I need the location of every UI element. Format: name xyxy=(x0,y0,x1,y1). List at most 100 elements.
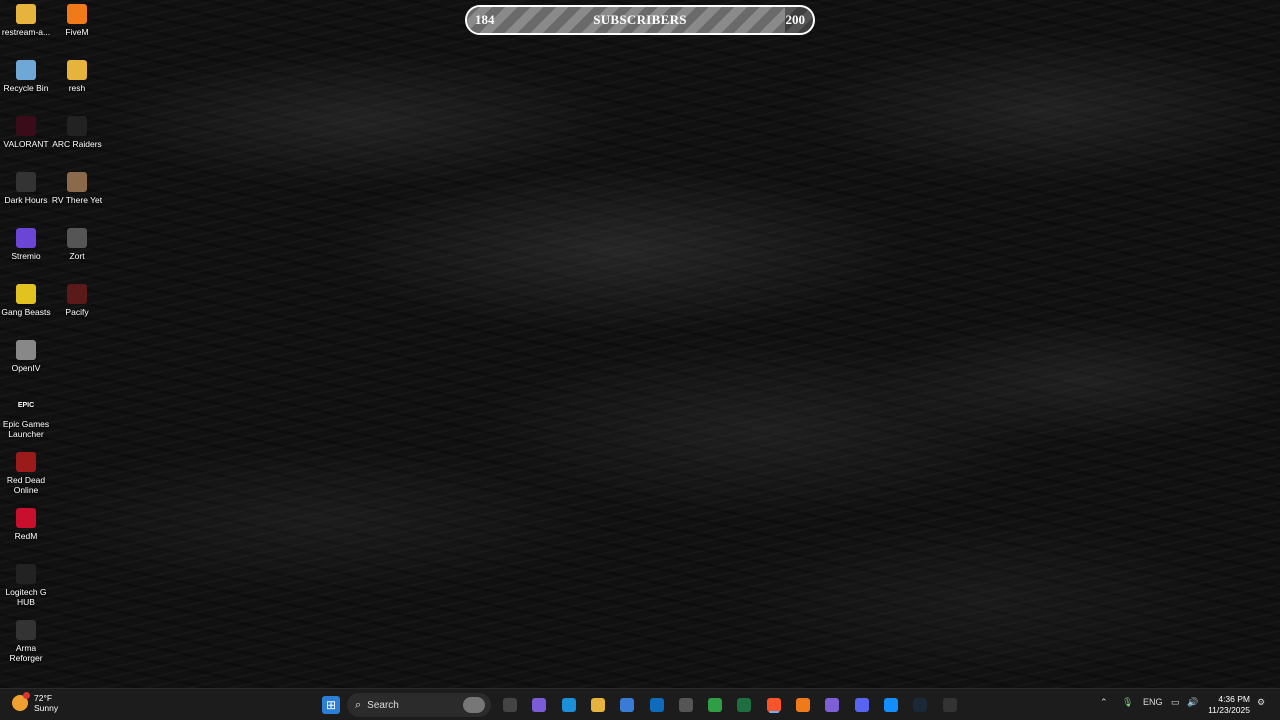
desktop-icon-label: Logitech G HUB xyxy=(5,587,47,607)
arma-reforger-icon xyxy=(16,620,36,640)
taskbar-file-explorer-button[interactable] xyxy=(589,696,607,714)
subscriber-goal-count: 200 xyxy=(785,12,806,27)
subscriber-goal-bar: 184 SUBSCRIBERS 200 xyxy=(465,5,815,35)
taskbar-discord-button[interactable] xyxy=(853,696,871,714)
desktop-icon-label: RV There Yet xyxy=(51,195,103,205)
pacify-icon xyxy=(67,284,87,304)
steam-icon xyxy=(913,698,928,712)
openiv-icon xyxy=(16,340,36,360)
task-view-icon xyxy=(503,698,517,712)
clock-date: 11/23/2025 xyxy=(1208,705,1250,715)
desktop-icon-label: VALORANT xyxy=(3,139,49,149)
logitech-ghub-icon xyxy=(16,564,36,584)
redm-icon xyxy=(16,508,36,528)
taskbar-outlook-button[interactable] xyxy=(648,696,666,714)
desktop-icon-label: Zort xyxy=(69,251,85,261)
language-indicator[interactable]: ENG xyxy=(1143,697,1163,707)
volume-icon[interactable]: 🔊 xyxy=(1187,697,1198,708)
taskbar-excel-button[interactable] xyxy=(735,696,753,714)
start-button[interactable]: ⊞ xyxy=(322,696,340,714)
desktop-icon-stremio[interactable]: Stremio xyxy=(0,228,52,261)
desktop-icon-label: Dark Hours xyxy=(4,195,48,205)
outlook-icon xyxy=(649,698,664,712)
weather-condition: Sunny xyxy=(34,703,59,713)
taskbar-copilot-button[interactable] xyxy=(530,696,548,714)
taskbar-battle-net-button[interactable] xyxy=(882,696,900,714)
desktop-icon-label: ARC Raiders xyxy=(52,139,102,149)
desktop-icon-label: RedM xyxy=(14,531,38,541)
weather-widget[interactable]: 72°F Sunny xyxy=(12,692,59,713)
desktop-icon-pacify[interactable]: Pacify xyxy=(51,284,103,317)
desktop-icon-openiv[interactable]: OpenIV xyxy=(0,340,52,373)
fivem-icon xyxy=(796,698,810,712)
microphone-icon[interactable]: 🎙 xyxy=(1122,697,1133,708)
gang-beasts-icon xyxy=(16,284,36,304)
folder-icon xyxy=(67,60,87,80)
search-label: Search xyxy=(367,699,399,711)
desktop-icon-label: OpenIV xyxy=(11,363,41,373)
notifications-icon[interactable]: ⚙ xyxy=(1257,697,1265,708)
desktop-icon-dark-hours[interactable]: Dark Hours xyxy=(0,172,52,205)
stremio-icon xyxy=(16,228,36,248)
desktop-icon-fivem[interactable]: FiveM xyxy=(51,4,103,37)
system-clock[interactable]: 4:36 PM 11/23/2025 xyxy=(1208,694,1250,716)
desktop-icon-label: Pacify xyxy=(65,307,89,317)
subscriber-goal-title: SUBSCRIBERS xyxy=(593,12,687,27)
desktop-icon-folder[interactable]: resh xyxy=(51,60,103,93)
desktop-icon-label: Arma Reforger xyxy=(9,643,43,663)
valorant-icon xyxy=(16,116,36,136)
zort-icon xyxy=(67,228,87,248)
obs-icon xyxy=(942,698,957,712)
network-icon[interactable]: ▭ xyxy=(1171,697,1180,708)
brave-icon xyxy=(766,698,781,712)
desktop-icon-recycle-bin[interactable]: Recycle Bin xyxy=(0,60,52,93)
taskbar-task-view-button[interactable] xyxy=(501,696,519,714)
desktop-icon-arc-raiders[interactable]: ARC Raiders xyxy=(51,116,103,149)
folder-icon xyxy=(16,4,36,24)
taskbar-steam-button[interactable] xyxy=(911,696,929,714)
taskbar-search[interactable]: ⌕ Search xyxy=(347,693,491,717)
taskbar-chrome-button[interactable] xyxy=(706,696,724,714)
search-icon: ⌕ xyxy=(355,698,362,711)
red-dead-online-icon xyxy=(16,452,36,472)
desktop-icon-valorant[interactable]: VALORANT xyxy=(0,116,52,149)
desktop-icon-arma-reforger[interactable]: Arma Reforger xyxy=(0,620,52,663)
taskbar-microsoft-store-button[interactable] xyxy=(618,696,636,714)
desktop-icon-folder[interactable]: restream-a... xyxy=(0,4,52,37)
copilot-icon xyxy=(532,698,547,712)
taskbar-app-button[interactable] xyxy=(823,696,841,714)
taskbar-fivem-button[interactable] xyxy=(794,696,812,714)
recycle-bin-icon xyxy=(16,60,36,80)
chevron-up-icon[interactable]: ⌃ xyxy=(1100,697,1108,708)
desktop-icon-rv-there-yet[interactable]: RV There Yet xyxy=(51,172,103,205)
desktop-icon-red-dead-online[interactable]: Red Dead Online xyxy=(0,452,52,495)
rv-there-yet-icon xyxy=(67,172,87,192)
desktop-icon-epic-games[interactable]: EPIC Epic Games Launcher xyxy=(0,396,52,439)
app-icon xyxy=(825,698,840,712)
desktop-icon-label: Red Dead Online xyxy=(6,475,46,495)
desktop-wallpaper xyxy=(0,0,1280,688)
taskbar-app-button[interactable] xyxy=(677,696,695,714)
taskbar-obs-button[interactable] xyxy=(941,696,959,714)
battle-net-icon xyxy=(883,698,898,712)
edge-icon xyxy=(561,698,576,712)
taskbar-brave-button[interactable] xyxy=(765,696,783,714)
desktop-icon-label: Gang Beasts xyxy=(1,307,51,317)
desktop-icon-label: Epic Games Launcher xyxy=(2,419,50,439)
dark-hours-icon xyxy=(16,172,36,192)
file-explorer-icon xyxy=(590,698,605,712)
desktop-icon-label: FiveM xyxy=(65,27,89,37)
app-icon xyxy=(678,698,693,712)
active-indicator xyxy=(768,711,779,713)
windows-icon: ⊞ xyxy=(325,698,337,712)
discord-icon xyxy=(854,698,869,712)
desktop-icon-zort[interactable]: Zort xyxy=(51,228,103,261)
clock-time: 4:36 PM xyxy=(1218,694,1250,704)
desktop-icon-logitech-ghub[interactable]: Logitech G HUB xyxy=(0,564,52,607)
desktop-icon-redm[interactable]: RedM xyxy=(0,508,52,541)
desktop-icon-label: Recycle Bin xyxy=(3,83,49,93)
desktop-icon-label: resh xyxy=(68,83,86,93)
microsoft-store-icon xyxy=(620,698,635,712)
desktop-icon-gang-beasts[interactable]: Gang Beasts xyxy=(0,284,52,317)
taskbar-edge-button[interactable] xyxy=(560,696,578,714)
